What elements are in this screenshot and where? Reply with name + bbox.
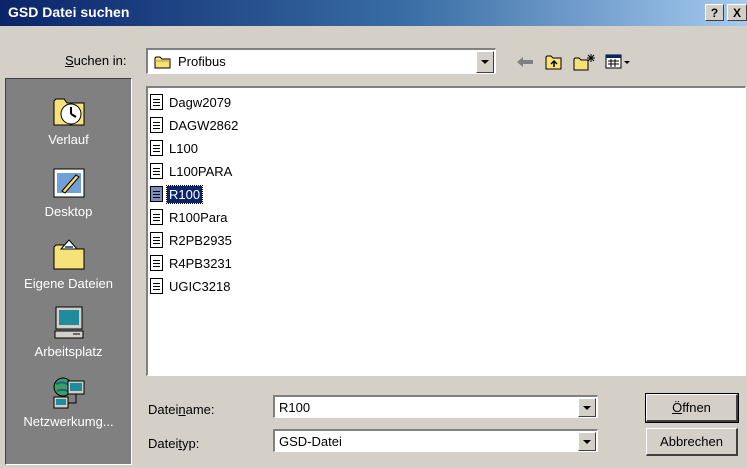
filetype-label: Dateityp: xyxy=(148,436,200,451)
back-arrow-icon xyxy=(517,57,533,67)
lookin-value: Profibus xyxy=(178,54,226,69)
place-label: Eigene Dateien xyxy=(24,276,113,291)
list-item[interactable]: L100 xyxy=(150,138,200,158)
document-icon xyxy=(150,163,163,179)
my-documents-icon xyxy=(51,237,87,273)
chevron-down-icon xyxy=(583,439,591,444)
places-bar: Verlauf Desktop Eigene Dateien Arbeitspl… xyxy=(5,78,132,465)
desktop-icon xyxy=(51,165,87,201)
place-my-computer[interactable]: Arbeitsplatz xyxy=(6,305,131,359)
view-menu-button[interactable] xyxy=(603,52,635,72)
network-icon xyxy=(51,375,87,411)
close-button[interactable]: X xyxy=(727,4,747,21)
filetype-dropdown-button[interactable] xyxy=(578,432,596,451)
filename-dropdown-button[interactable] xyxy=(578,398,596,417)
lookin-dropdown-button[interactable] xyxy=(476,51,494,73)
document-icon xyxy=(150,117,163,133)
folder-icon xyxy=(154,56,171,69)
chevron-down-icon xyxy=(481,60,489,64)
document-icon xyxy=(150,140,163,156)
place-label: Verlauf xyxy=(48,132,89,147)
place-desktop[interactable]: Desktop xyxy=(6,165,131,219)
filename-label: Dateiname: xyxy=(148,402,215,417)
place-label: Netzwerkumg... xyxy=(23,414,114,429)
lookin-label: Suchen in: xyxy=(65,53,127,68)
filetype-select[interactable]: GSD-Datei xyxy=(273,429,598,452)
file-list[interactable]: Dagw2079 DAGW2862 L100 L100PARA R100 R10… xyxy=(146,86,746,376)
document-icon xyxy=(150,209,163,225)
title-bar: GSD Datei suchen ? X xyxy=(0,0,747,26)
cancel-button[interactable]: Abbrechen xyxy=(646,428,738,456)
document-icon xyxy=(150,94,163,110)
help-button[interactable]: ? xyxy=(705,4,724,21)
history-icon xyxy=(51,93,87,129)
document-icon xyxy=(150,186,163,202)
up-folder-button[interactable] xyxy=(543,52,565,72)
place-my-documents[interactable]: Eigene Dateien xyxy=(6,237,131,291)
list-item[interactable]: DAGW2862 xyxy=(150,115,240,135)
lookin-combo[interactable]: Profibus xyxy=(146,48,496,74)
back-button[interactable] xyxy=(514,52,536,72)
place-history[interactable]: Verlauf xyxy=(6,93,131,147)
view-menu-icon xyxy=(605,54,630,69)
window-title: GSD Datei suchen xyxy=(8,4,130,20)
new-folder-icon xyxy=(573,54,595,71)
document-icon xyxy=(150,255,163,271)
list-item[interactable]: L100PARA xyxy=(150,161,234,181)
place-label: Desktop xyxy=(44,204,93,219)
document-icon xyxy=(150,232,163,248)
list-item[interactable]: R100Para xyxy=(150,207,230,227)
chevron-down-icon xyxy=(583,405,591,410)
open-button[interactable]: Öffnen xyxy=(645,393,739,423)
list-item-selected[interactable]: R100 xyxy=(150,184,204,204)
list-item[interactable]: R2PB2935 xyxy=(150,230,234,250)
up-folder-icon xyxy=(545,55,562,70)
list-item[interactable]: UGIC3218 xyxy=(150,276,232,296)
filename-input[interactable]: R100 xyxy=(273,395,598,418)
list-item[interactable]: R4PB3231 xyxy=(150,253,234,273)
new-folder-button[interactable] xyxy=(572,52,596,72)
document-icon xyxy=(150,278,163,294)
place-label: Arbeitsplatz xyxy=(34,344,103,359)
list-item[interactable]: Dagw2079 xyxy=(150,92,233,112)
my-computer-icon xyxy=(51,305,87,341)
place-network[interactable]: Netzwerkumg... xyxy=(6,375,131,429)
